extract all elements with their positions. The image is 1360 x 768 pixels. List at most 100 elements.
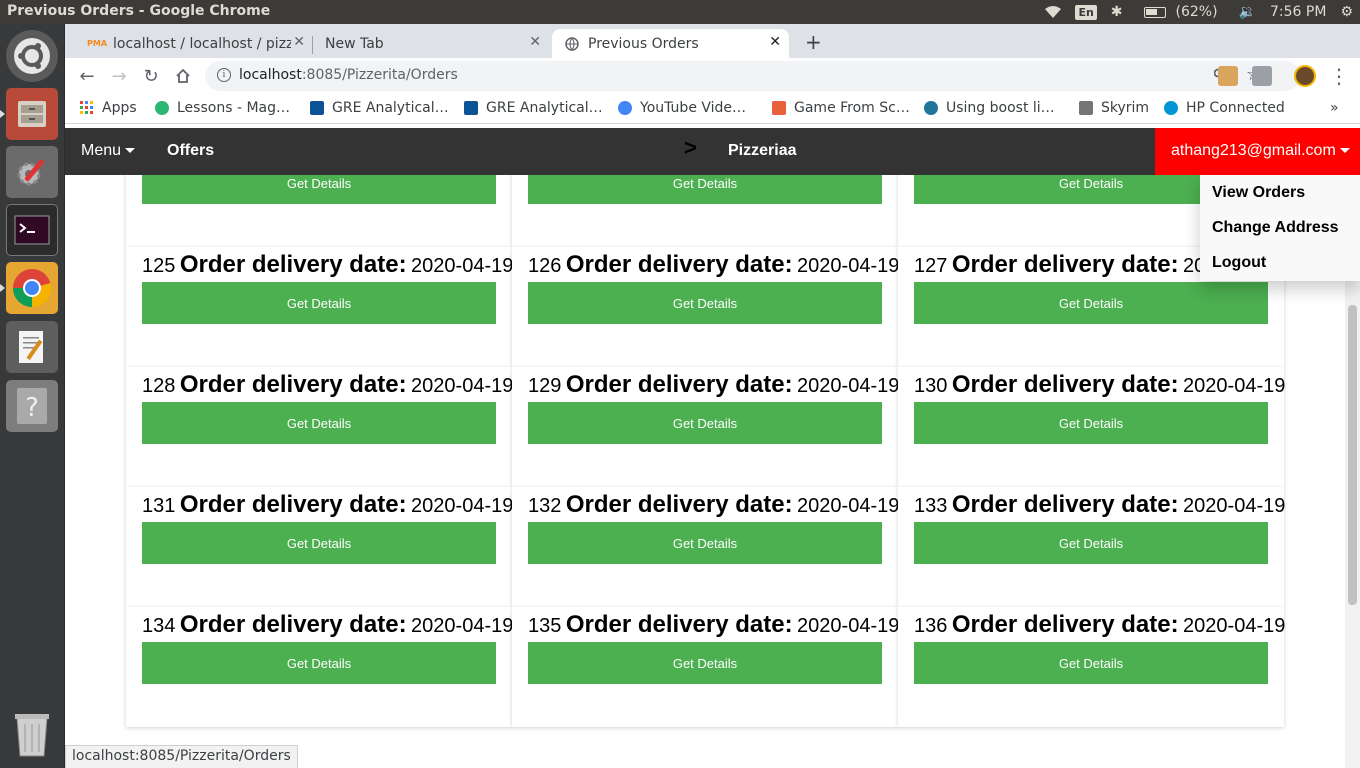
address-url[interactable]: localhost:8085/Pizzerita/Orders <box>239 67 458 83</box>
nav-arrow-text: > <box>684 135 697 160</box>
bookmarks-overflow-icon[interactable]: » <box>1330 100 1339 116</box>
globe-icon <box>564 36 580 52</box>
get-details-button[interactable]: Get Details <box>914 642 1268 684</box>
reload-icon[interactable]: ↻ <box>139 64 163 88</box>
forward-arrow-icon[interactable]: → <box>107 64 131 88</box>
get-details-button[interactable]: Get Details <box>914 282 1268 324</box>
view-orders-link[interactable]: View Orders <box>1212 184 1305 202</box>
ubuntu-dash-icon[interactable] <box>6 30 58 82</box>
get-details-button[interactable]: Get Details <box>142 402 496 444</box>
order-card: 128 Order delivery date: 2020-04-19 Get D… <box>126 367 514 487</box>
url-host: localhost <box>239 67 302 83</box>
order-number: 127 <box>914 255 948 277</box>
chrome-menu-icon[interactable]: ⋮ <box>1327 64 1351 88</box>
bookmark-item[interactable]: GRE Analytical… <box>464 100 603 116</box>
file-manager-icon[interactable] <box>6 88 58 140</box>
order-delivery-label: Order delivery date: <box>565 611 793 638</box>
window-title: Previous Orders - Google Chrome <box>7 3 271 19</box>
scrollbar-thumb[interactable] <box>1348 305 1357 605</box>
order-delivery-label: Order delivery date: <box>951 491 1179 518</box>
bookmark-item[interactable]: GRE Analytical… <box>310 100 449 116</box>
bluetooth-icon[interactable]: ✱ <box>1111 4 1123 20</box>
order-heading: 134 Order delivery date: 2020-04-19 <box>142 611 513 639</box>
get-details-button[interactable]: Get Details <box>528 282 882 324</box>
tab-phpmyadmin[interactable]: PMA localhost / localhost / pizz ✕ <box>77 29 313 58</box>
order-delivery-date: 2020-04-19 <box>411 375 514 397</box>
battery-indicator[interactable]: (62%) <box>1137 4 1225 20</box>
bookmark-item[interactable]: YouTube Vide… <box>618 100 746 116</box>
get-details-button[interactable]: Get Details <box>914 402 1268 444</box>
order-heading: 132 Order delivery date: 2020-04-19 <box>528 491 899 519</box>
get-details-button[interactable]: Get Details <box>142 642 496 684</box>
terminal-icon[interactable] <box>6 204 58 256</box>
bookmark-label: YouTube Vide… <box>640 100 747 116</box>
system-settings-icon[interactable] <box>6 146 58 198</box>
bookmark-item[interactable]: Game From Sc… <box>772 100 910 116</box>
offers-link[interactable]: Offers <box>167 142 214 160</box>
tab-close-icon[interactable]: ✕ <box>529 34 541 50</box>
user-account-menu[interactable]: athang213@gmail.com <box>1155 128 1360 175</box>
order-delivery-label: Order delivery date: <box>179 611 407 638</box>
order-delivery-date: 2020-04-19 <box>797 375 900 397</box>
menu-dropdown-toggle[interactable]: Menu <box>81 142 136 160</box>
page-content: Menu Offers > Pizzeriaa athang213@gmail.… <box>65 128 1360 768</box>
settings-gear-icon[interactable]: ⚙ <box>1340 4 1353 20</box>
tab-new-tab[interactable]: New Tab ✕ <box>313 29 549 58</box>
tab-label: New Tab <box>325 35 384 52</box>
bookmark-apps[interactable]: Apps <box>80 100 137 116</box>
order-number: 135 <box>528 615 562 637</box>
order-delivery-label: Order delivery date: <box>951 251 1179 278</box>
get-details-button[interactable]: Get Details <box>142 282 496 324</box>
tab-label: Previous Orders <box>588 35 699 52</box>
bookmark-favicon-icon <box>155 101 169 115</box>
keyboard-language-indicator[interactable]: En <box>1075 4 1097 20</box>
order-delivery-label: Order delivery date: <box>565 251 793 278</box>
logout-link[interactable]: Logout <box>1212 254 1266 272</box>
ubuntu-launcher: ? <box>0 24 65 768</box>
user-dropdown-menu: View Orders Change Address Logout <box>1200 175 1360 281</box>
get-details-button[interactable]: Get Details <box>528 402 882 444</box>
bookmark-item[interactable]: Using boost li… <box>924 100 1055 116</box>
order-card: 134 Order delivery date: 2020-04-19 Get D… <box>126 607 513 727</box>
order-delivery-label: Order delivery date: <box>179 491 407 518</box>
order-number: 129 <box>528 375 562 397</box>
order-number: 134 <box>142 615 176 637</box>
wifi-icon[interactable] <box>1045 6 1062 18</box>
address-bar[interactable]: i localhost:8085/Pizzerita/Orders ☆ <box>205 61 1300 91</box>
order-card: 129 Order delivery date: 2020-04-19 Get D… <box>512 367 900 487</box>
trash-icon[interactable] <box>6 708 58 760</box>
chrome-browser-icon[interactable] <box>6 262 58 314</box>
svg-text:?: ? <box>25 393 39 423</box>
order-card: 132 Order delivery date: 2020-04-19 Get D… <box>512 487 899 607</box>
text-editor-icon[interactable] <box>6 321 58 373</box>
back-arrow-icon[interactable]: ← <box>75 64 99 88</box>
profile-avatar[interactable] <box>1294 65 1316 87</box>
home-icon[interactable] <box>171 64 195 88</box>
bookmark-item[interactable]: Lessons - Mag… <box>155 100 290 116</box>
bookmarks-bar: Apps Lessons - Mag… GRE Analytical… GRE … <box>65 94 1360 124</box>
order-delivery-label: Order delivery date: <box>565 491 793 518</box>
order-delivery-date: 2020-04-19 <box>1183 495 1286 517</box>
new-tab-plus-icon[interactable]: + <box>805 30 822 54</box>
system-top-bar: Previous Orders - Google Chrome En ✱ (62… <box>0 0 1360 24</box>
caret-down-icon <box>1339 148 1350 154</box>
site-info-icon[interactable]: i <box>217 68 231 82</box>
extension-icon[interactable] <box>1252 66 1272 86</box>
get-details-button[interactable]: Get Details <box>914 522 1268 564</box>
order-number: 132 <box>528 495 562 517</box>
bookmark-item[interactable]: Skyrim <box>1079 100 1149 116</box>
site-navbar: Menu Offers > Pizzeriaa athang213@gmail.… <box>65 128 1360 175</box>
help-icon[interactable]: ? <box>6 380 58 432</box>
get-details-button[interactable]: Get Details <box>528 642 882 684</box>
extension-icon[interactable] <box>1218 66 1238 86</box>
volume-icon[interactable]: 🔉 <box>1239 4 1256 20</box>
get-details-button[interactable]: Get Details <box>142 522 496 564</box>
tab-close-icon[interactable]: ✕ <box>769 34 781 50</box>
get-details-button[interactable]: Get Details <box>528 522 882 564</box>
site-brand[interactable]: Pizzeriaa <box>728 142 796 160</box>
tab-previous-orders[interactable]: Previous Orders ✕ <box>552 29 789 58</box>
change-address-link[interactable]: Change Address <box>1212 219 1339 237</box>
clock[interactable]: 7:56 PM <box>1270 4 1326 20</box>
tab-close-icon[interactable]: ✕ <box>293 34 305 50</box>
bookmark-item[interactable]: HP Connected <box>1164 100 1285 116</box>
